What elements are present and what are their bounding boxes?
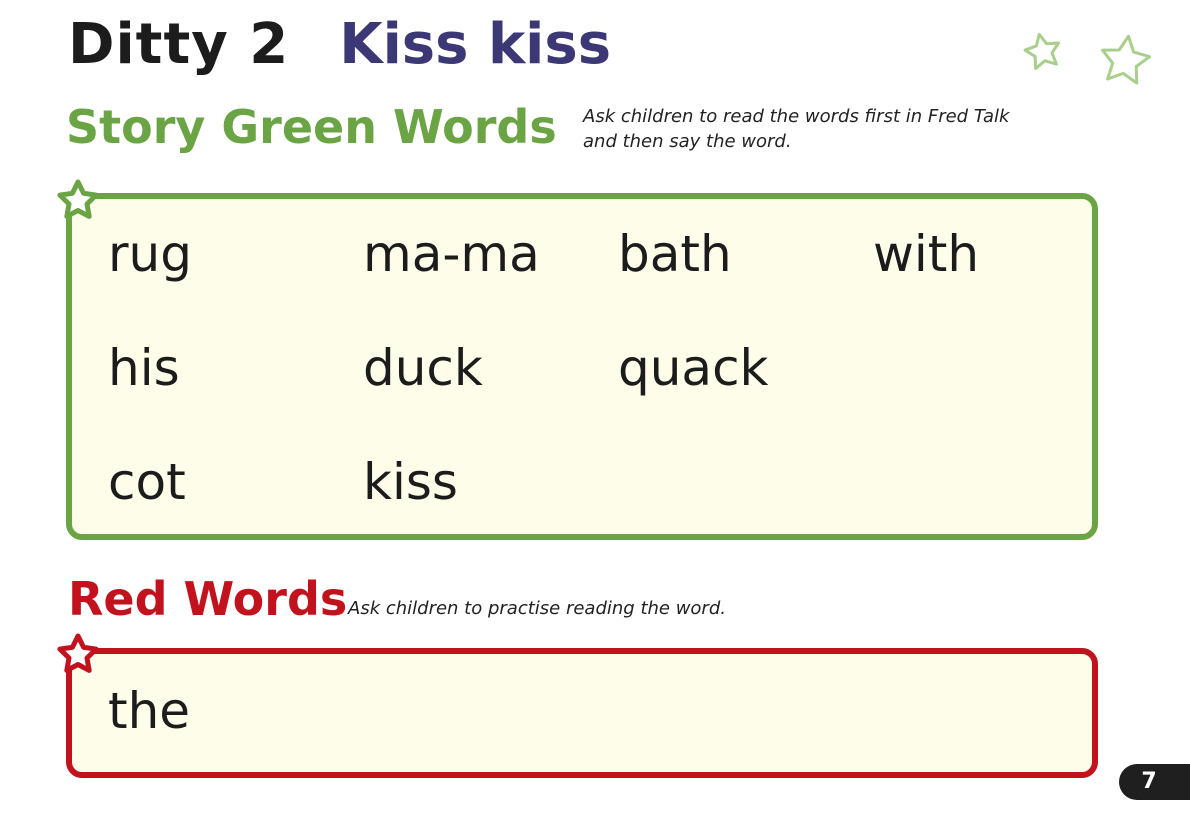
page-title: Ditty 2 Kiss kiss (68, 12, 611, 77)
green-word: quack (618, 339, 769, 397)
red-corner-star-icon (57, 633, 99, 673)
green-word: rug (108, 225, 192, 283)
green-word: kiss (363, 453, 458, 511)
red-words-box: the (66, 648, 1098, 778)
page-number-tab: 7 (1119, 764, 1190, 800)
story-title: Kiss kiss (339, 12, 612, 77)
red-word: the (108, 682, 191, 740)
green-word: ma-ma (363, 225, 540, 283)
ditty-label: Ditty 2 (68, 12, 290, 77)
green-word: cot (108, 453, 186, 511)
green-words-instructions-line2: and then say the word. (583, 131, 792, 152)
green-words-box: rug ma-ma bath with his duck quack cot k… (66, 193, 1098, 540)
green-word: with (873, 225, 980, 283)
green-words-instructions-line1: Ask children to read the words first in … (583, 106, 1010, 127)
small-star-icon (1023, 32, 1061, 70)
green-corner-star-icon (57, 179, 99, 219)
red-words-instructions: Ask children to practise reading the wor… (348, 598, 726, 619)
green-word: bath (618, 225, 732, 283)
red-words-heading: Red Words (68, 572, 348, 626)
large-star-icon (1101, 34, 1152, 85)
green-word: duck (363, 339, 483, 397)
green-words-heading: Story Green Words (66, 100, 557, 154)
page-number: 7 (1141, 769, 1157, 794)
green-words-instructions: Ask children to read the words first in … (583, 104, 1009, 154)
green-word: his (108, 339, 180, 397)
